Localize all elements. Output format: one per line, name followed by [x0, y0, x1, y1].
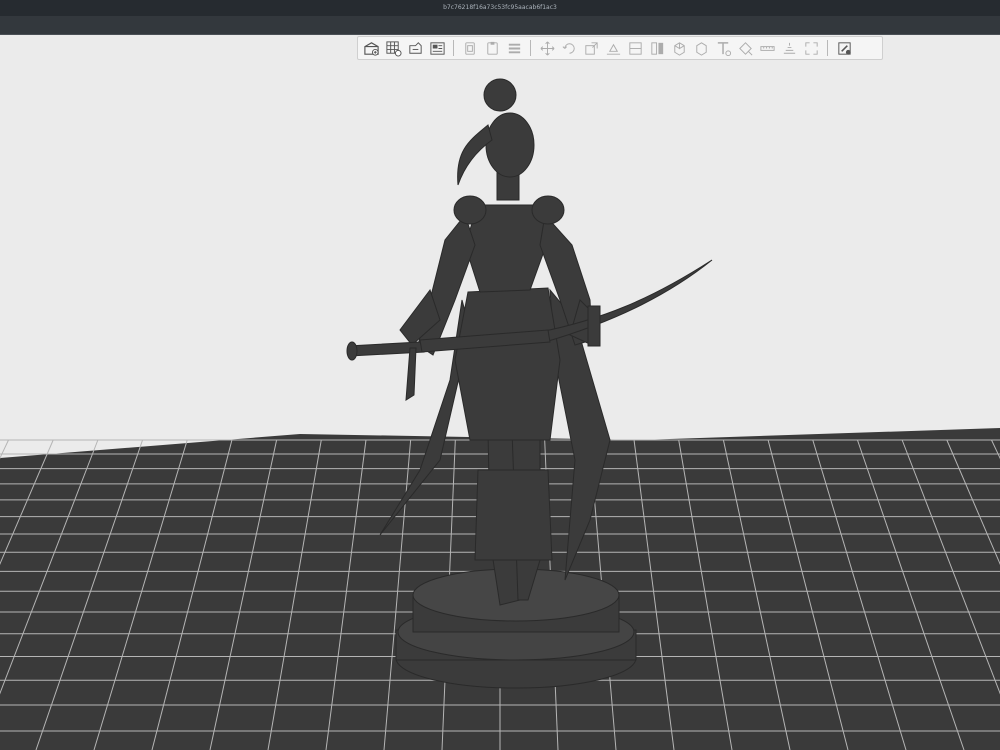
- hollow-button[interactable]: [668, 37, 690, 59]
- support-icon: [695, 41, 707, 56]
- lay-flat-icon: [606, 43, 620, 55]
- add-object-button[interactable]: [360, 37, 382, 59]
- lay-flat-button[interactable]: [602, 37, 624, 59]
- settings-panel-icon: [429, 41, 445, 55]
- edit-object-icon: [837, 41, 851, 55]
- window-title: b7c76218f16a73c53fc95aacab6f1ac3: [443, 4, 557, 11]
- select-tool-icon: [408, 41, 422, 54]
- move-icon: [540, 41, 554, 55]
- hollow-icon: [673, 41, 685, 56]
- title-bar: b7c76218f16a73c53fc95aacab6f1ac3: [0, 0, 1000, 16]
- arrange-icon: [783, 42, 795, 54]
- split-icon: [650, 41, 663, 55]
- rotate-icon: [562, 42, 575, 54]
- arrange-button[interactable]: [778, 37, 800, 59]
- copy-icon: [464, 41, 475, 55]
- edit-object-button[interactable]: [833, 37, 855, 59]
- support-button[interactable]: [690, 37, 712, 59]
- scene-canvas[interactable]: [0, 35, 1000, 750]
- measure-icon: [759, 45, 775, 51]
- grid-view-icon: [385, 40, 402, 57]
- scale-icon: [584, 41, 598, 55]
- paste-button[interactable]: [481, 37, 503, 59]
- measure-button[interactable]: [756, 37, 778, 59]
- toolbar-separator: [827, 40, 828, 56]
- text-tool-button[interactable]: [712, 37, 734, 59]
- paint-tool-icon: [738, 41, 752, 55]
- select-tool-button[interactable]: [404, 37, 426, 59]
- menu-bar: [0, 16, 1000, 35]
- paint-tool-button[interactable]: [734, 37, 756, 59]
- split-button[interactable]: [646, 37, 668, 59]
- fit-view-icon: [804, 41, 818, 55]
- scale-button[interactable]: [580, 37, 602, 59]
- cut-button[interactable]: [624, 37, 646, 59]
- toolbar-separator: [453, 40, 454, 56]
- layers-icon: [508, 43, 520, 53]
- text-tool-icon: [717, 41, 731, 56]
- top-toolbar: [357, 36, 883, 60]
- paste-icon: [486, 41, 498, 55]
- fit-view-button[interactable]: [800, 37, 822, 59]
- toolbar-separator: [530, 40, 531, 56]
- copy-button[interactable]: [459, 37, 481, 59]
- move-button[interactable]: [536, 37, 558, 59]
- cut-icon: [628, 41, 642, 55]
- layers-button[interactable]: [503, 37, 525, 59]
- grid-view-button[interactable]: [382, 37, 404, 59]
- add-object-icon: [363, 41, 379, 56]
- rotate-button[interactable]: [558, 37, 580, 59]
- settings-panel-button[interactable]: [426, 37, 448, 59]
- 3d-viewport[interactable]: [0, 35, 1000, 750]
